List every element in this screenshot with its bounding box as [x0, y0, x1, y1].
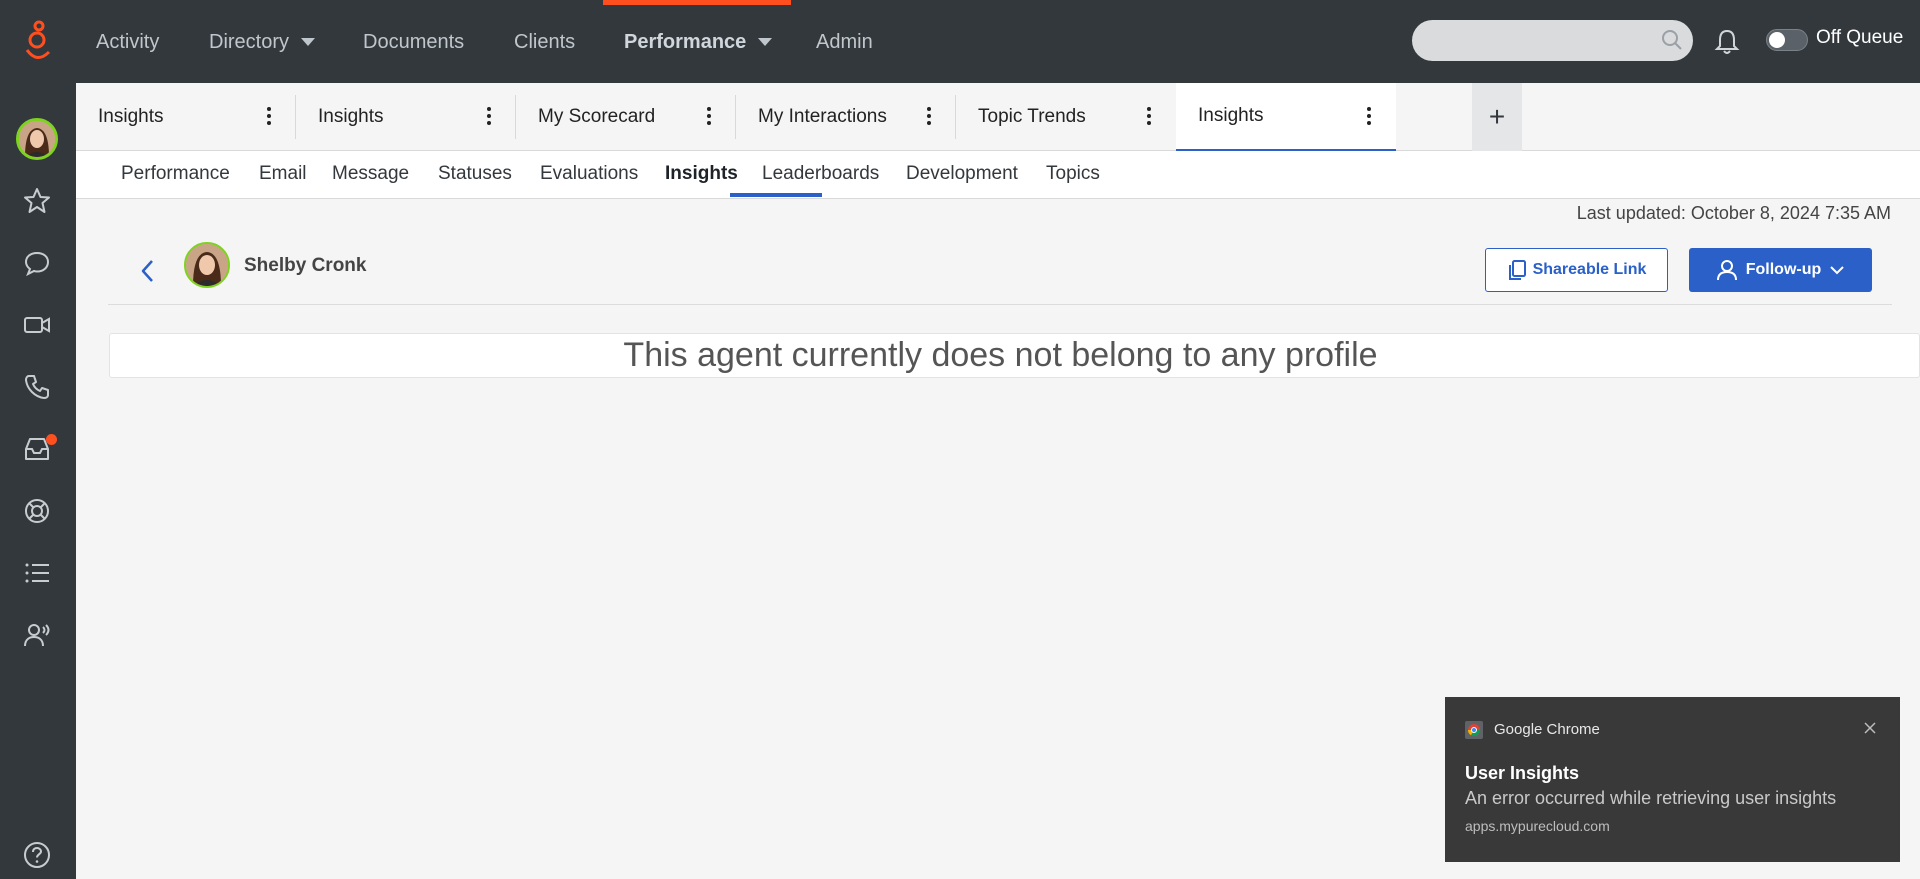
tab-label: Insights [98, 106, 164, 127]
user-avatar[interactable] [16, 118, 58, 160]
star-icon[interactable] [22, 186, 52, 216]
plus-icon: + [1488, 101, 1506, 132]
chat-icon[interactable] [22, 248, 52, 278]
avatar-portrait-icon [186, 244, 228, 286]
video-icon[interactable] [22, 310, 52, 340]
phone-icon[interactable] [22, 372, 52, 402]
add-tab-button[interactable]: + [1472, 83, 1522, 151]
nav-documents-label: Documents [363, 30, 465, 53]
agent-name: Shelby Cronk [244, 255, 367, 276]
nav-directory[interactable]: Directory [209, 0, 316, 83]
tab-label: My Scorecard [538, 106, 656, 127]
lifebuoy-icon[interactable] [22, 496, 52, 526]
list-icon[interactable] [22, 558, 52, 588]
people-icon[interactable] [22, 620, 52, 650]
agent-avatar [184, 242, 230, 288]
caret-down-icon [301, 37, 316, 46]
caret-down-icon [758, 37, 773, 46]
more-vertical-icon[interactable] [1146, 105, 1152, 127]
notification-body: An error occurred while retrieving user … [1465, 788, 1837, 808]
follow-up-label: Follow-up [1745, 261, 1822, 278]
tab-insights-2[interactable]: Insights [296, 83, 516, 151]
toggle-knob [1769, 32, 1785, 48]
subnav-active-indicator [730, 193, 822, 197]
tab-label: My Interactions [758, 106, 887, 127]
subnav-topics[interactable]: Topics [1046, 151, 1100, 199]
shareable-link-label: Shareable Link [1532, 261, 1647, 278]
nav-performance[interactable]: Performance [624, 0, 773, 83]
subnav-performance[interactable]: Performance [121, 151, 230, 199]
notification-source: apps.mypurecloud.com [1465, 818, 1610, 834]
inbox-notification-badge [46, 434, 57, 445]
copy-icon [1508, 260, 1526, 280]
search-input[interactable] [1412, 20, 1693, 61]
tab-my-scorecard[interactable]: My Scorecard [516, 83, 736, 151]
empty-state-panel: This agent currently does not belong to … [109, 333, 1920, 378]
more-vertical-icon[interactable] [1366, 105, 1372, 127]
top-navigation-bar: Activity Directory Documents Clients Per… [0, 0, 1920, 83]
chrome-notification[interactable]: Google Chrome User Insights An error occ… [1445, 697, 1900, 862]
queue-toggle[interactable] [1766, 29, 1808, 51]
last-updated-text: Last updated: October 8, 2024 7:35 AM [1576, 203, 1891, 223]
subnav-email[interactable]: Email [259, 151, 307, 199]
nav-admin[interactable]: Admin [816, 0, 873, 83]
close-icon[interactable] [1862, 720, 1878, 736]
more-vertical-icon[interactable] [266, 105, 272, 127]
chrome-icon [1465, 721, 1483, 739]
queue-status-label: Off Queue [1816, 27, 1904, 48]
nav-directory-label: Directory [209, 30, 290, 53]
avatar-portrait-icon [19, 121, 55, 157]
header-divider [108, 304, 1892, 305]
subnav-message[interactable]: Message [332, 151, 409, 199]
shareable-link-button[interactable]: Shareable Link [1485, 248, 1668, 292]
tab-label: Topic Trends [978, 106, 1086, 127]
subnav-development[interactable]: Development [906, 151, 1018, 199]
notification-title: User Insights [1465, 763, 1580, 783]
nav-performance-label: Performance [624, 30, 747, 53]
left-sidebar [0, 83, 76, 879]
nav-documents[interactable]: Documents [363, 0, 464, 83]
nav-activity-label: Activity [96, 30, 160, 53]
tab-label: Insights [1198, 105, 1264, 126]
performance-subnav: Performance Email Message Statuses Evalu… [76, 151, 1920, 199]
subnav-insights[interactable]: Insights [665, 151, 738, 199]
more-vertical-icon[interactable] [706, 105, 712, 127]
more-vertical-icon[interactable] [486, 105, 492, 127]
subnav-evaluations[interactable]: Evaluations [540, 151, 638, 199]
nav-clients-label: Clients [514, 30, 576, 53]
subnav-statuses[interactable]: Statuses [438, 151, 512, 199]
tab-topic-trends[interactable]: Topic Trends [956, 83, 1176, 151]
notification-app-name: Google Chrome [1494, 721, 1600, 738]
empty-state-message: This agent currently does not belong to … [623, 336, 1378, 374]
nav-clients[interactable]: Clients [514, 0, 575, 83]
back-chevron-icon[interactable] [138, 258, 158, 284]
chevron-down-icon [1830, 266, 1844, 275]
search-icon[interactable] [1661, 29, 1683, 51]
tab-insights-3[interactable]: Insights [1176, 83, 1396, 151]
tab-insights-1[interactable]: Insights [76, 83, 296, 151]
nav-admin-label: Admin [816, 30, 873, 53]
genesys-logo-icon[interactable] [22, 20, 54, 64]
help-icon[interactable] [22, 840, 52, 870]
tab-label: Insights [318, 106, 384, 127]
notification-bell-icon[interactable] [1712, 27, 1742, 57]
follow-up-button[interactable]: Follow-up [1689, 248, 1872, 292]
workspace-tabs: Insights Insights My Scorecard My Intera… [76, 83, 1920, 151]
tab-my-interactions[interactable]: My Interactions [736, 83, 956, 151]
subnav-leaderboards[interactable]: Leaderboards [762, 151, 879, 199]
more-vertical-icon[interactable] [926, 105, 932, 127]
nav-activity[interactable]: Activity [96, 0, 159, 83]
user-icon [1716, 260, 1737, 281]
